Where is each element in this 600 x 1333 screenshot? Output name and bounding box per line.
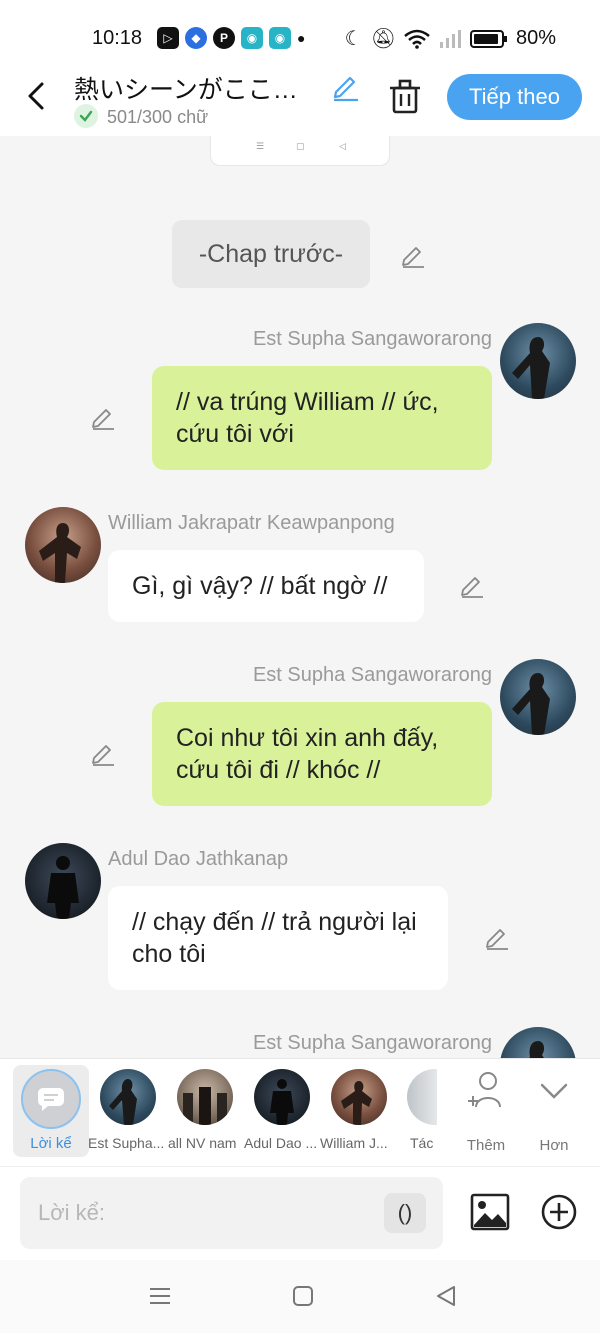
next-button[interactable]: Tiếp theo — [447, 74, 582, 120]
chevron-down-icon — [540, 1083, 568, 1099]
speaker-name: Adul Dao Jathkanap — [108, 848, 289, 870]
check-icon — [74, 104, 98, 128]
edit-message-icon[interactable] — [459, 572, 485, 598]
character-label: Tác — [410, 1135, 434, 1151]
word-count: 501/300 chữ — [107, 107, 209, 127]
insert-image-button[interactable] — [470, 1193, 510, 1231]
menu-icon[interactable] — [146, 1282, 174, 1310]
system-nav-bar — [0, 1260, 600, 1333]
editor-header: 熱いシーンがここ… 501/300 chữ Tiếp theo — [0, 62, 600, 136]
edit-narration-icon[interactable] — [400, 242, 426, 268]
back-nav-icon[interactable] — [432, 1282, 460, 1310]
messenger-app-icon: ◆ — [185, 27, 207, 49]
more-characters-label: Hơn — [539, 1137, 569, 1154]
narrator-label: Lời kể — [30, 1135, 72, 1152]
battery-icon — [469, 29, 507, 48]
menu-glyph: ☰ — [256, 141, 265, 151]
more-notifications-dot: ● — [297, 30, 306, 46]
status-system-icons: ☾ 🔕︎ 80% — [345, 26, 556, 51]
message-bubble[interactable]: Coi như tôi xin anh đấy, cứu tôi đi // k… — [152, 702, 492, 806]
home-icon[interactable] — [289, 1282, 317, 1310]
parentheses-button[interactable]: () — [384, 1193, 426, 1233]
delete-button[interactable] — [388, 78, 422, 116]
avatar-est[interactable] — [500, 323, 576, 399]
back-button[interactable] — [22, 78, 52, 114]
character-avatar-adul[interactable] — [254, 1069, 310, 1125]
character-avatar-william[interactable] — [331, 1069, 387, 1125]
speaker-name: Est Supha Sangaworarong — [252, 1032, 492, 1054]
add-character-label: Thêm — [466, 1137, 506, 1154]
character-avatar-est[interactable] — [100, 1069, 156, 1125]
message-bubble[interactable]: Gì, gì vậy? // bất ngờ // — [108, 550, 424, 622]
character-avatar-all-nv-nam[interactable] — [177, 1069, 233, 1125]
narrator-icon — [21, 1069, 81, 1129]
message-bubble[interactable]: // chạy đến // trả người lại cho tôi — [108, 886, 448, 990]
home-glyph: ▢ — [296, 141, 305, 151]
speaker-name: Est Supha Sangaworarong — [252, 328, 492, 350]
character-label: Adul Dao ... — [244, 1135, 318, 1151]
character-label: all NV nam — [168, 1135, 237, 1151]
image-thumbnail[interactable]: ☰ ▢ ◁ — [210, 136, 390, 166]
character-label: William J... — [320, 1135, 388, 1151]
speaker-name: William Jakrapatr Keawpanpong — [108, 512, 395, 534]
avatar-est[interactable] — [500, 1027, 576, 1058]
signal-icon — [439, 29, 461, 48]
edit-message-icon[interactable] — [90, 740, 116, 766]
character-avatar-tac[interactable] — [407, 1069, 437, 1125]
document-title[interactable]: 熱いシーンがここ… — [74, 70, 310, 106]
narration-input[interactable] — [20, 1177, 443, 1249]
story-chat-area[interactable]: ☰ ▢ ◁ -Chap trước- Est Supha Sangaworaro… — [0, 136, 600, 1058]
add-person-icon — [468, 1072, 501, 1108]
status-time: 10:18 — [92, 27, 143, 49]
add-character-button[interactable]: Thêm — [456, 1069, 516, 1159]
moon-icon: ☾ — [344, 28, 363, 50]
avatar-est[interactable] — [500, 659, 576, 735]
narration-bubble[interactable]: -Chap trước- — [172, 220, 370, 288]
edit-message-icon[interactable] — [90, 404, 116, 430]
pinterest-app-icon: P — [213, 27, 235, 49]
shop-app-icon-2: ◉ — [269, 27, 291, 49]
add-more-button[interactable] — [540, 1193, 578, 1231]
character-label: Est Supha... — [88, 1135, 165, 1151]
edit-title-button[interactable] — [330, 70, 362, 102]
mute-icon: 🔕︎ — [370, 28, 396, 50]
media-app-icon: ▷ — [157, 27, 179, 49]
edit-message-icon[interactable] — [484, 924, 510, 950]
message-bubble[interactable]: // va trúng William // ức, cứu tôi với — [152, 366, 492, 470]
battery-percent: 80% — [515, 27, 556, 49]
narrator-selected[interactable]: Lời kể — [13, 1065, 89, 1157]
avatar-adul[interactable] — [25, 843, 101, 919]
back-glyph: ◁ — [339, 141, 346, 151]
shop-app-icon: ◉ — [241, 27, 263, 49]
speaker-name: Est Supha Sangaworarong — [252, 664, 492, 686]
composer-bar: () — [0, 1166, 600, 1260]
avatar-william[interactable] — [25, 507, 101, 583]
status-app-icons: ▷ ◆ P ◉ ◉ ● — [157, 27, 305, 49]
wifi-icon — [404, 29, 430, 49]
more-characters-button[interactable]: Hơn — [524, 1069, 584, 1159]
character-selector: Lời kể Est Supha... all NV nam Adul Dao … — [0, 1058, 600, 1166]
